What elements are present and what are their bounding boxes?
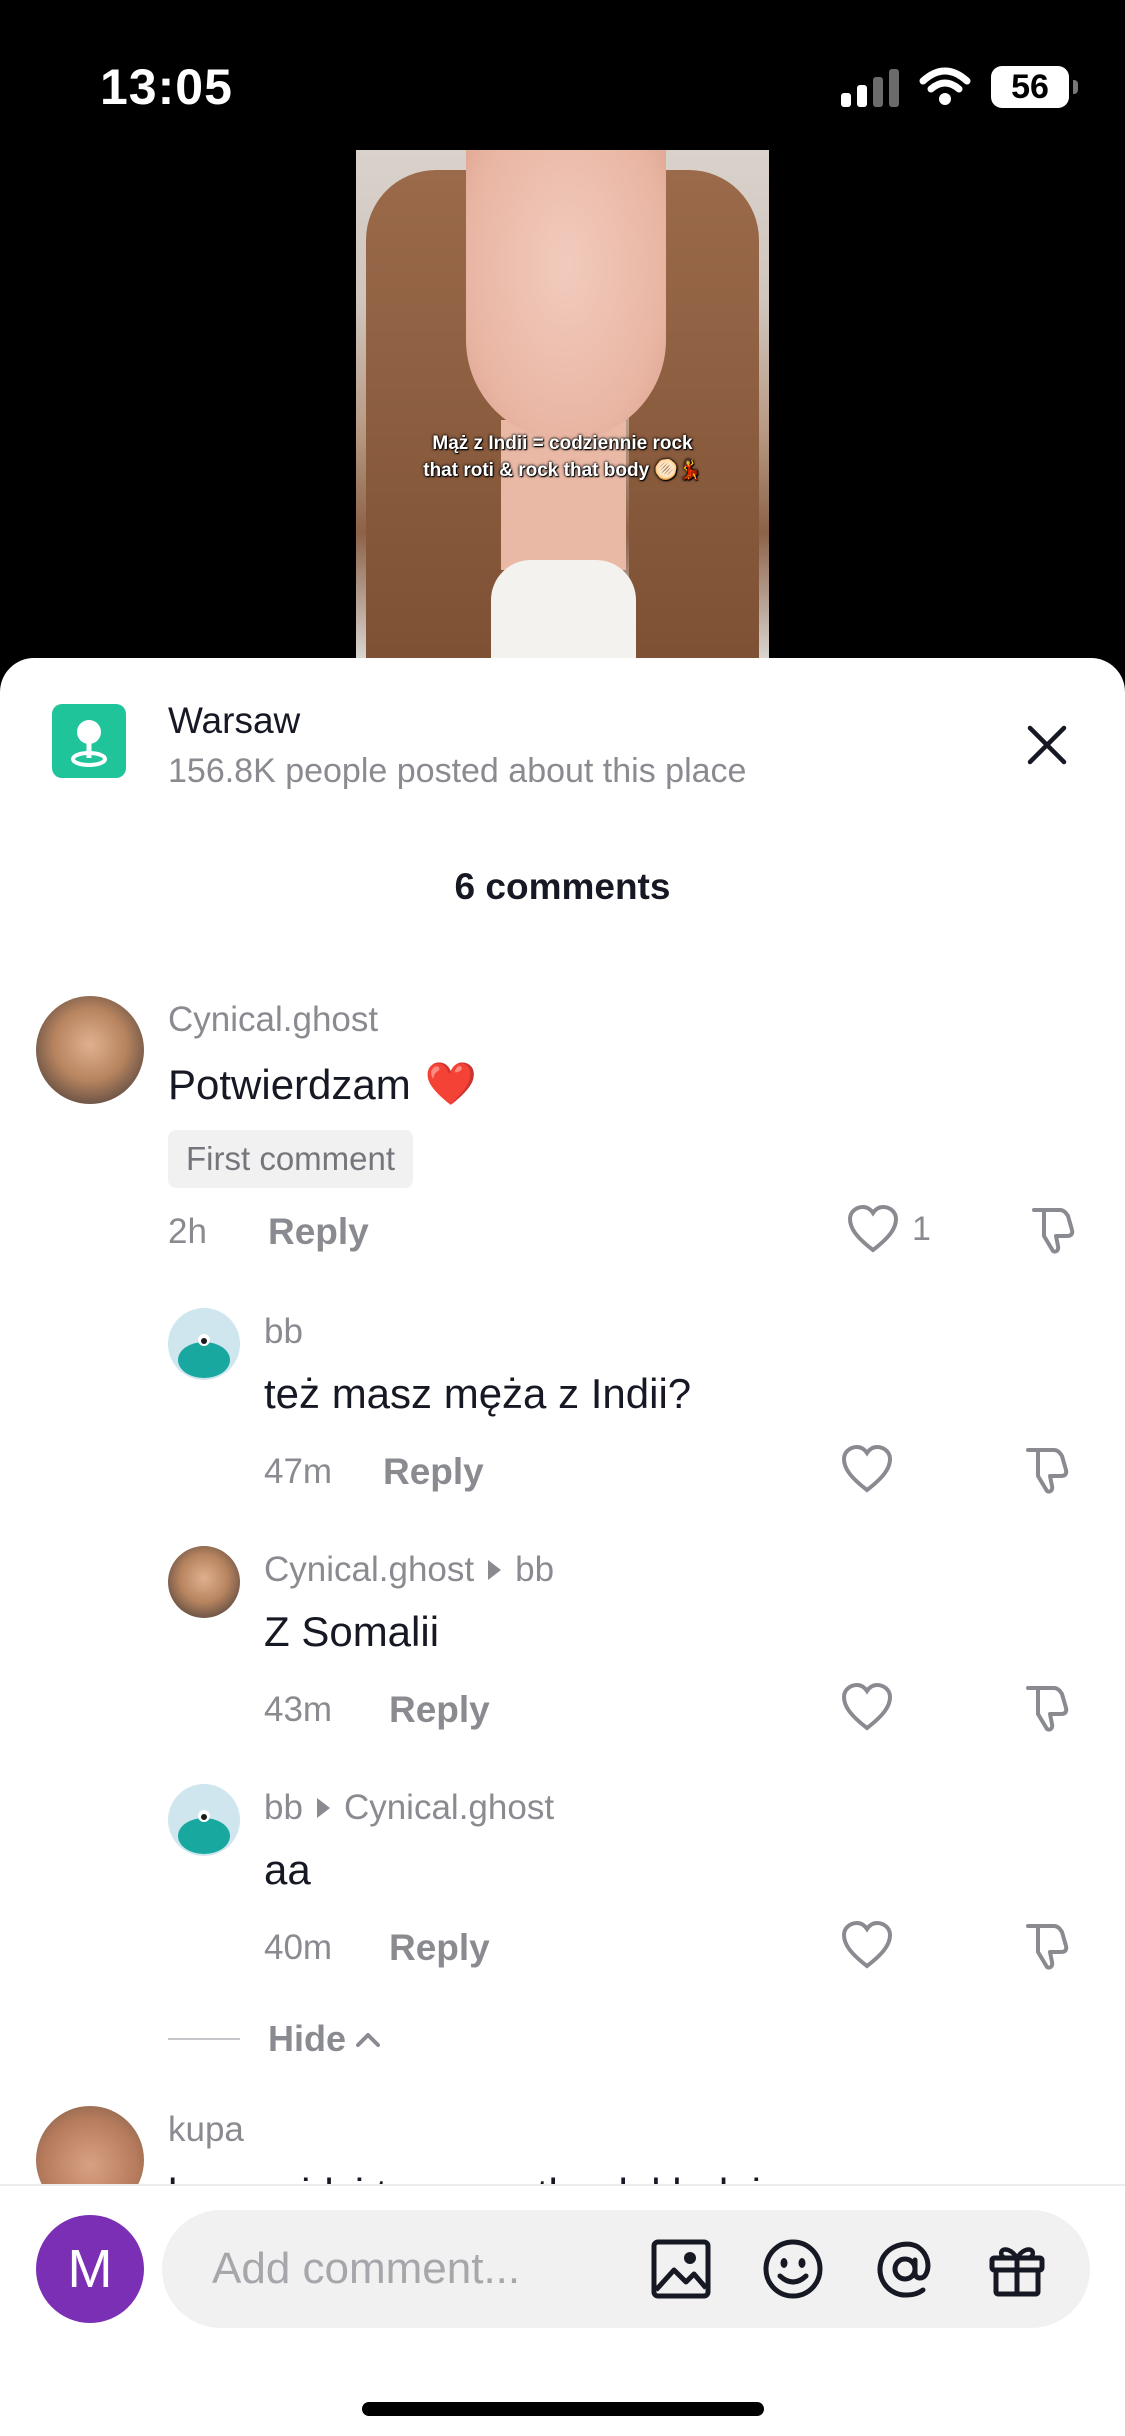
comment-composer: M: [0, 2184, 1125, 2436]
place-subtitle: 156.8K people posted about this place: [168, 752, 747, 790]
avatar[interactable]: [168, 1546, 240, 1618]
video-caption: Mąż z Indii = codziennie rock that roti …: [356, 430, 769, 484]
place-title[interactable]: Warsaw: [168, 700, 300, 742]
comment-input[interactable]: [212, 2210, 652, 2328]
signal-icon: [841, 67, 899, 107]
comment-text: Potwierdzam ❤️: [168, 1060, 477, 1109]
video-caption-line: Mąż z Indii = codziennie rock: [432, 433, 693, 454]
status-time: 13:05: [100, 59, 233, 115]
username-text[interactable]: kupa: [168, 2110, 244, 2150]
like-count: 1: [912, 1209, 931, 1248]
reply-time: 40m: [264, 1928, 333, 1967]
like-button[interactable]: 1: [846, 1204, 931, 1254]
heart-outline-icon: [847, 1204, 899, 1253]
battery-icon: 56: [991, 66, 1078, 108]
hide-label: Hide: [268, 2018, 347, 2059]
close-icon[interactable]: [1020, 718, 1074, 772]
comments-sheet: Warsaw 156.8K people posted about this p…: [0, 658, 1125, 2436]
username-text[interactable]: bb: [264, 1312, 303, 1352]
first-comment-badge: First comment: [168, 1130, 414, 1188]
username-text[interactable]: Cynical.ghost: [264, 1550, 474, 1590]
reply-to-username[interactable]: Cynical.ghost: [344, 1788, 554, 1828]
smiley-icon[interactable]: [762, 2238, 824, 2300]
reply-text: też masz męża z Indii?: [264, 1370, 692, 1417]
comment-time: 2h: [168, 1212, 207, 1251]
status-bar: 13:05 56: [0, 0, 1125, 150]
hide-replies-button[interactable]: Hide: [268, 2018, 382, 2060]
video-figure-face: [466, 150, 666, 440]
avatar[interactable]: [168, 1308, 240, 1380]
reply-time: 47m: [264, 1452, 333, 1491]
reply-username[interactable]: bb Cynical.ghost: [264, 1788, 554, 1828]
heart-outline-icon[interactable]: [840, 1920, 894, 1970]
thumbs-down-icon[interactable]: [1020, 1682, 1072, 1734]
reply-button[interactable]: Reply: [268, 1211, 369, 1253]
reply-button[interactable]: Reply: [389, 1689, 490, 1731]
avatar[interactable]: [168, 1784, 240, 1856]
status-icons: 56: [841, 66, 1078, 108]
comment-text-content: Potwierdzam: [168, 1060, 411, 1108]
reply-time: 43m: [264, 1690, 333, 1729]
map-pin-icon[interactable]: [52, 704, 126, 778]
comment-input-pill[interactable]: [162, 2210, 1090, 2328]
reply-arrow-icon: [316, 1798, 330, 1818]
chevron-up-icon: [356, 2033, 381, 2047]
at-icon[interactable]: [874, 2238, 936, 2300]
comments-count: 6 comments: [454, 866, 671, 907]
home-indicator: [362, 2402, 764, 2416]
gift-icon[interactable]: [986, 2238, 1048, 2300]
reply-username[interactable]: Cynical.ghost bb: [264, 1550, 554, 1590]
reply-text: Z Somalii: [264, 1608, 440, 1655]
wifi-icon: [919, 67, 971, 105]
hide-divider: [168, 2038, 240, 2040]
thumbs-down-icon[interactable]: [1020, 1920, 1072, 1972]
heart-emoji: ❤️: [424, 1060, 478, 1107]
video-figure-top: [491, 560, 636, 660]
user-avatar[interactable]: M: [36, 2215, 144, 2323]
reply-to-username[interactable]: bb: [515, 1550, 554, 1590]
thumbs-down-icon[interactable]: [1020, 1444, 1072, 1496]
thumbs-down-icon[interactable]: [1026, 1204, 1078, 1256]
hide-replies-row[interactable]: Hide: [168, 2018, 382, 2060]
reply-arrow-icon: [488, 1560, 502, 1580]
username-text[interactable]: bb: [264, 1788, 303, 1828]
comment-username[interactable]: Cynical.ghost: [168, 1000, 378, 1040]
username-text[interactable]: Cynical.ghost: [168, 1000, 378, 1040]
avatar[interactable]: [36, 996, 144, 1104]
heart-outline-icon[interactable]: [840, 1444, 894, 1494]
reply-username[interactable]: bb: [264, 1312, 303, 1352]
comment-username[interactable]: kupa: [168, 2110, 244, 2150]
video-thumbnail[interactable]: Mąż z Indii = codziennie rock that roti …: [356, 150, 769, 660]
heart-outline-icon[interactable]: [840, 1682, 894, 1732]
reply-button[interactable]: Reply: [389, 1927, 490, 1969]
reply-text: aa: [264, 1846, 311, 1893]
video-caption-line: that roti & rock that body 🫓💃: [423, 460, 702, 481]
reply-button[interactable]: Reply: [383, 1451, 484, 1493]
image-icon[interactable]: [650, 2238, 712, 2300]
